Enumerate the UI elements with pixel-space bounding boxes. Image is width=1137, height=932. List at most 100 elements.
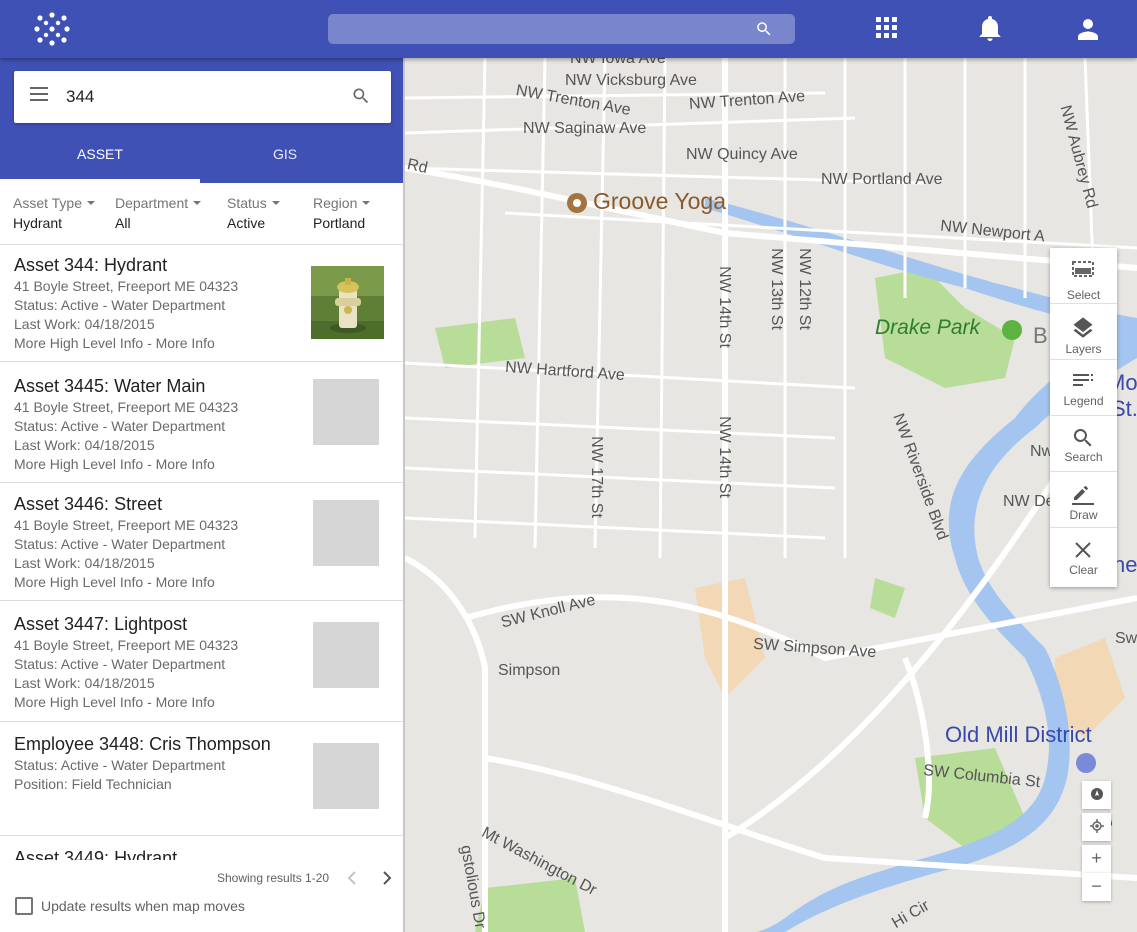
select-tool-label: Select <box>1066 288 1101 302</box>
filter-department[interactable]: Department All <box>115 195 202 231</box>
filter-region[interactable]: Region Portland <box>313 195 371 231</box>
filter-value: Active <box>227 215 266 231</box>
clear-tool-button[interactable]: Clear <box>1050 528 1117 584</box>
map-label: NW 12th St <box>795 248 813 330</box>
thumbnail-placeholder[interactable] <box>313 743 379 809</box>
legend-list-icon <box>1073 374 1093 386</box>
list-item[interactable]: Asset 3446: Street 41 Boyle Street, Free… <box>0 483 403 601</box>
result-status: Status: Active - Water Department <box>14 297 226 313</box>
result-last-work: Last Work: 04/18/2015 <box>14 675 155 691</box>
map-label: NW Iowa Ave <box>570 58 666 67</box>
asset-search-box <box>14 71 391 123</box>
map-label: Rd <box>405 156 430 177</box>
result-more-info[interactable]: More High Level Info - More Info <box>14 694 215 710</box>
account-person-icon[interactable] <box>1076 17 1100 41</box>
filter-label: Asset Type <box>13 195 83 211</box>
zoom-in-button[interactable]: + <box>1082 845 1111 873</box>
menu-icon[interactable] <box>30 87 48 101</box>
map-label: NW De <box>1003 493 1055 510</box>
legend-tool-button[interactable]: Legend <box>1050 360 1117 416</box>
clear-tool-label: Clear <box>1069 563 1098 577</box>
logo-icon[interactable] <box>34 12 70 46</box>
select-tool-button[interactable]: Select <box>1050 248 1117 304</box>
zoom-out-icon: − <box>1091 876 1102 896</box>
pencil-draw-icon <box>1072 485 1094 505</box>
result-address: 41 Boyle Street, Freeport ME 04323 <box>14 517 239 533</box>
map-label: NW 17th St <box>587 436 605 518</box>
search-icon[interactable] <box>351 86 371 106</box>
layers-tool-label: Layers <box>1065 342 1102 356</box>
result-status: Status: Active - Water Department <box>14 418 226 434</box>
compass-button[interactable] <box>1082 781 1111 809</box>
result-status: Status: Active - Water Department <box>14 757 226 773</box>
thumbnail-placeholder[interactable] <box>313 622 379 688</box>
filter-status[interactable]: Status Active <box>227 195 280 231</box>
result-title[interactable]: Employee 3448: Cris Thompson <box>14 734 271 755</box>
chevron-right-icon[interactable] <box>382 871 392 885</box>
thumbnail-placeholder[interactable] <box>313 379 379 445</box>
map-toolbar: Select Layers Legend Search Draw Clear <box>1050 248 1117 587</box>
select-area-icon <box>1072 261 1094 277</box>
my-location-icon <box>1089 819 1104 833</box>
map-label: NW 14th St <box>715 266 733 348</box>
zoom-out-button[interactable]: − <box>1082 873 1111 901</box>
draw-tool-button[interactable]: Draw <box>1050 472 1117 528</box>
update-results-label: Update results when map moves <box>41 898 245 914</box>
layers-icon <box>1073 317 1093 338</box>
chevron-left-icon[interactable] <box>347 871 357 885</box>
result-address: 41 Boyle Street, Freeport ME 04323 <box>14 278 239 294</box>
map-label: NW 14th St <box>715 416 733 498</box>
result-more-info[interactable]: More High Level Info - More Info <box>14 335 215 351</box>
zoom-in-icon: + <box>1091 848 1102 868</box>
caret-down-icon <box>362 201 371 205</box>
search-tool-button[interactable]: Search <box>1050 416 1117 472</box>
map-label: Simpson <box>498 662 561 679</box>
map-label: Sw <box>1115 630 1137 647</box>
result-more-info[interactable]: More High Level Info - More Info <box>14 574 215 590</box>
result-title[interactable]: Asset 3446: Street <box>14 494 162 515</box>
result-status: Status: Active - Water Department <box>14 536 226 552</box>
map-view[interactable]: NW Iowa Ave NW Vicksburg Ave NW Trenton … <box>405 58 1137 932</box>
results-list: Asset 344: Hydrant 41 Boyle Street, Free… <box>0 245 403 896</box>
list-item[interactable]: Asset 3445: Water Main 41 Boyle Street, … <box>0 362 403 483</box>
list-item[interactable]: Asset 3447: Lightpost 41 Boyle Street, F… <box>0 601 403 722</box>
map-label: NW Saginaw Ave <box>523 120 647 137</box>
update-results-checkbox[interactable] <box>15 897 33 915</box>
result-address: 41 Boyle Street, Freeport ME 04323 <box>14 399 239 415</box>
filter-value: Portland <box>313 215 366 231</box>
map-poi-label: Groove Yoga <box>593 188 727 214</box>
map-area-label: Old Mill District <box>945 722 1092 747</box>
thumbnail-placeholder[interactable] <box>313 500 379 566</box>
my-location-button[interactable] <box>1082 813 1111 841</box>
tab-gis[interactable]: GIS <box>185 138 385 183</box>
filter-asset-type[interactable]: Asset Type Hydrant <box>13 195 96 231</box>
pagination-status: Showing results 1-20 <box>217 871 330 885</box>
list-item[interactable]: Employee 3448: Cris Thompson Status: Act… <box>0 722 403 836</box>
result-title[interactable]: Asset 344: Hydrant <box>14 255 167 276</box>
notifications-bell-icon[interactable] <box>978 16 1002 42</box>
list-item[interactable]: Asset 344: Hydrant 41 Boyle Street, Free… <box>0 245 403 362</box>
legend-tool-label: Legend <box>1063 394 1104 408</box>
filter-label: Department <box>115 195 189 211</box>
result-last-work: Last Work: 04/18/2015 <box>14 316 155 332</box>
poi-marker[interactable] <box>1076 753 1096 773</box>
result-title[interactable]: Asset 3445: Water Main <box>14 376 205 397</box>
asset-search-input[interactable] <box>66 83 326 111</box>
results-footer: Showing results 1-20 Update results when… <box>0 860 403 932</box>
result-address: 41 Boyle Street, Freeport ME 04323 <box>14 637 239 653</box>
map-label: NW Vicksburg Ave <box>565 72 697 89</box>
panel-header: ASSET GIS <box>0 58 403 183</box>
filter-value: All <box>115 215 131 231</box>
hydrant-photo[interactable] <box>311 266 384 339</box>
global-search-input[interactable] <box>328 14 795 44</box>
result-title[interactable]: Asset 3447: Lightpost <box>14 614 187 635</box>
park-marker[interactable] <box>1002 320 1022 340</box>
map-park-label: Drake Park <box>875 316 981 339</box>
search-tool-label: Search <box>1064 450 1103 464</box>
draw-tool-label: Draw <box>1069 508 1098 522</box>
apps-grid-icon[interactable] <box>876 17 898 39</box>
tab-asset[interactable]: ASSET <box>0 138 200 183</box>
search-icon[interactable] <box>755 20 773 38</box>
layers-tool-button[interactable]: Layers <box>1050 304 1117 360</box>
result-more-info[interactable]: More High Level Info - More Info <box>14 456 215 472</box>
